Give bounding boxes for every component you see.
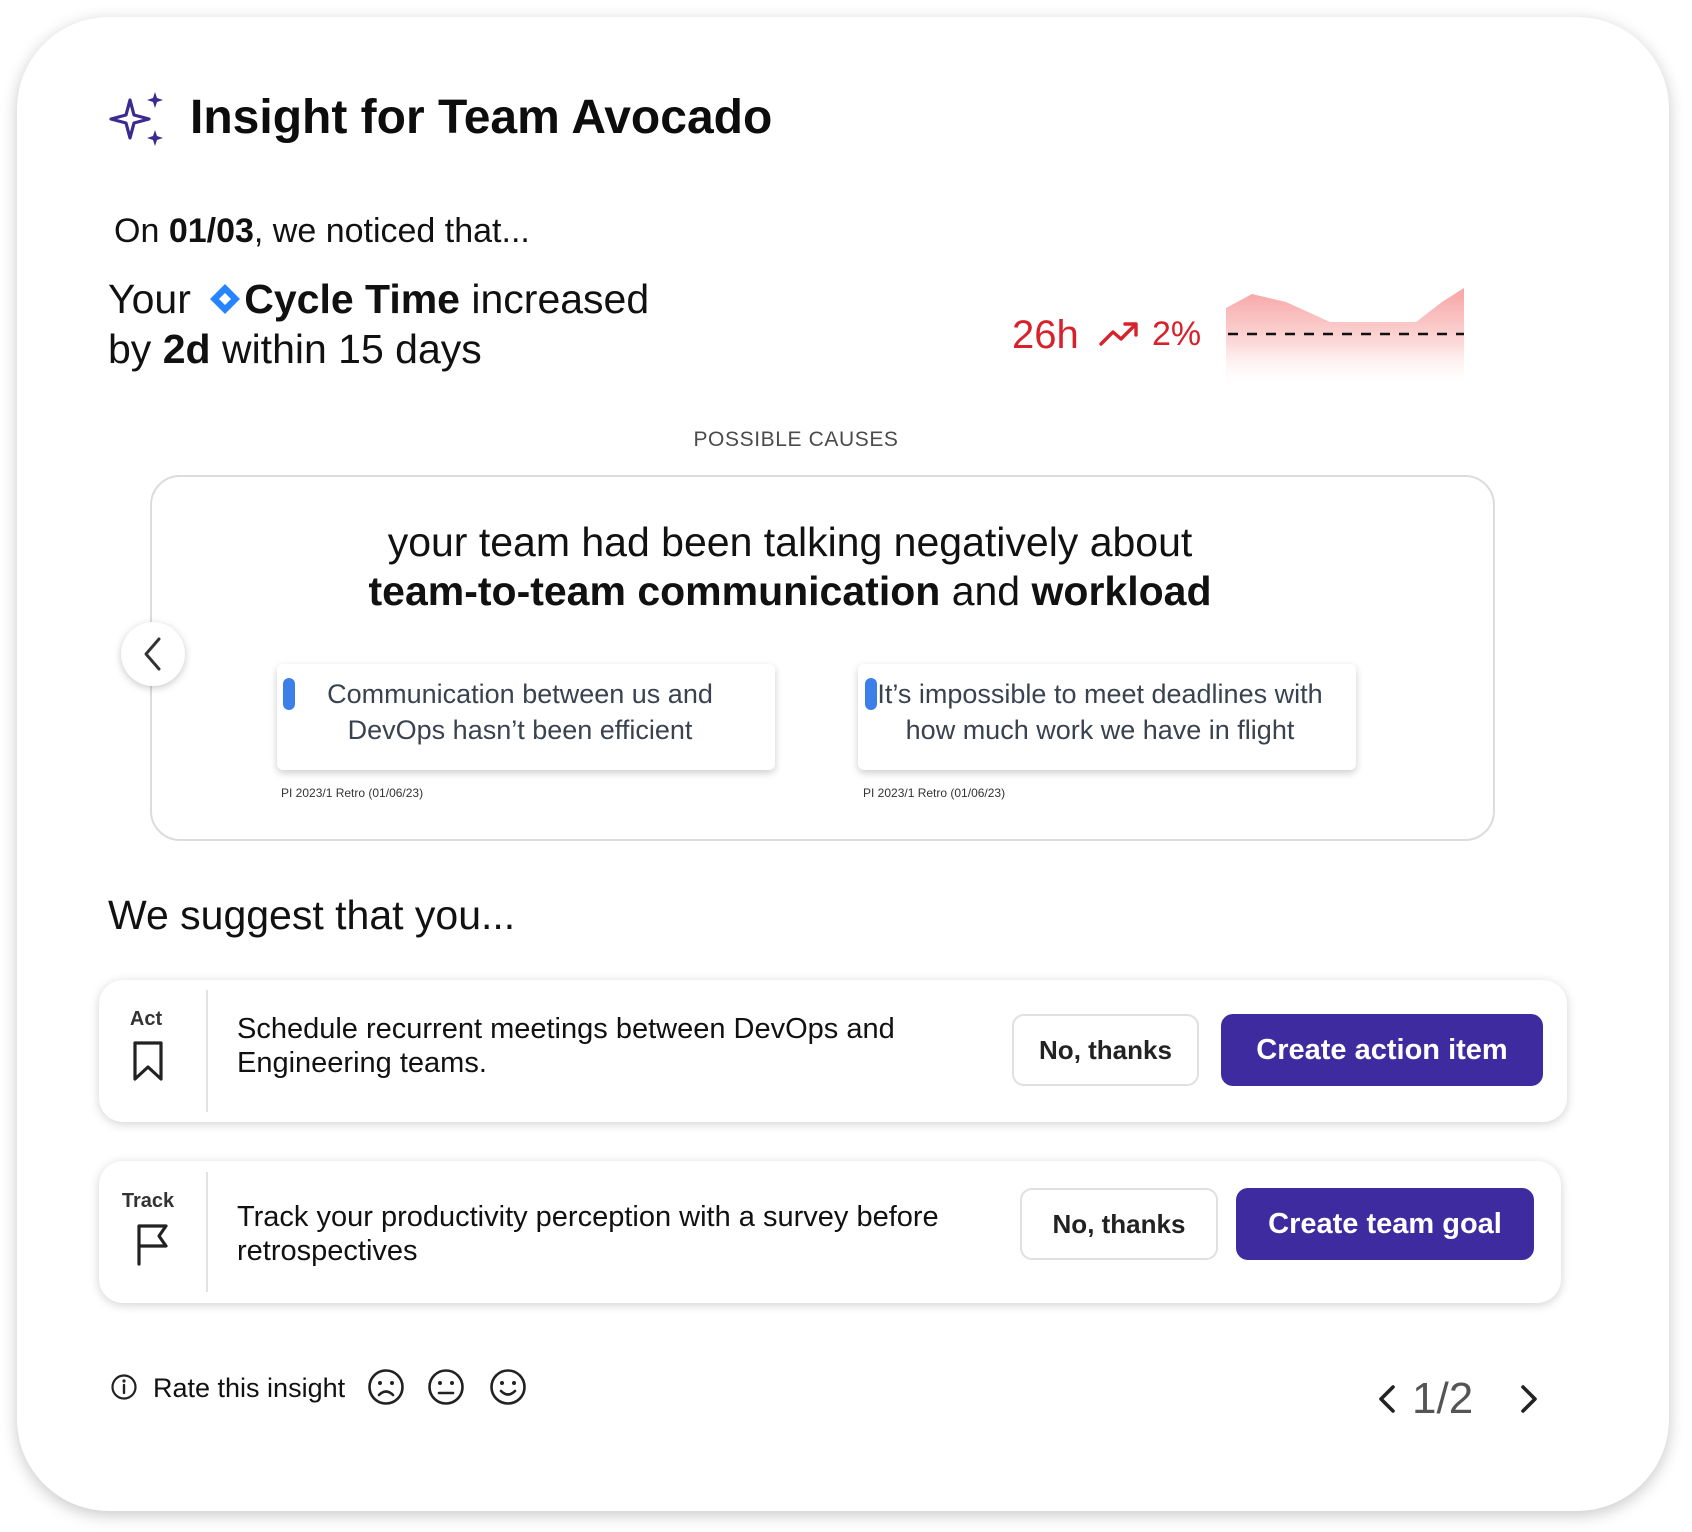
- noticed-suffix: , we noticed that...: [253, 212, 530, 250]
- trending-up-icon: [1099, 322, 1138, 346]
- cause-connector: and: [940, 568, 1032, 614]
- quote-source: PI 2023/1 Retro (01/06/23): [281, 786, 424, 800]
- cause-topic-1: team-to-team communication: [368, 568, 941, 614]
- suggestion-divider: [206, 990, 208, 1112]
- noticed-line: On 01/03, we noticed that...: [114, 212, 530, 251]
- suggestion-text: Track your productivity perception with …: [237, 1201, 939, 1267]
- change-amount: 2d: [162, 326, 211, 372]
- jira-diamond-icon: [210, 284, 241, 314]
- metric-value: 26h: [1012, 313, 1079, 357]
- cause-topic-2: workload: [1031, 568, 1212, 614]
- page-title: Insight for Team Avocado: [190, 91, 773, 144]
- headline-line2-suffix: within 15 days: [210, 326, 482, 372]
- neutral-face-icon[interactable]: [427, 1368, 465, 1406]
- headline-suffix: increased: [460, 276, 650, 322]
- suggestion-kind-label: Track: [121, 1190, 175, 1212]
- create-team-goal-button[interactable]: Create team goal: [1236, 1188, 1534, 1260]
- previous-insight-button[interactable]: [1375, 1382, 1399, 1416]
- info-icon: [111, 1374, 137, 1400]
- headline-line2-prefix: by: [108, 326, 163, 372]
- possible-causes-label: POSSIBLE CAUSES: [693, 428, 899, 451]
- chevron-left-icon: [144, 637, 161, 671]
- quote-text: Communication between us and DevOps hasn…: [327, 679, 713, 745]
- metric-name: Cycle Time: [244, 276, 460, 322]
- metric-change-pct: 2%: [1152, 315, 1202, 353]
- no-thanks-button[interactable]: No, thanks: [1012, 1014, 1199, 1086]
- headline-prefix: Your: [108, 276, 203, 322]
- no-thanks-button[interactable]: No, thanks: [1020, 1188, 1218, 1260]
- flag-icon: [137, 1224, 168, 1266]
- noticed-prefix: On: [114, 212, 169, 250]
- sparkle-icon: [109, 92, 163, 146]
- pager-indicator: 1/2: [1412, 1374, 1474, 1423]
- suggestions-heading: We suggest that you...: [108, 892, 516, 938]
- sparkline-chart: [1226, 288, 1464, 390]
- cause-summary: your team had been talking negatively ab…: [150, 518, 1430, 616]
- happy-face-icon[interactable]: [489, 1368, 527, 1406]
- insight-headline: Your Cycle Time increased by 2d within 1…: [108, 274, 649, 374]
- sad-face-icon[interactable]: [367, 1368, 405, 1406]
- suggestion-divider: [206, 1172, 208, 1292]
- suggestion-kind-label: Act: [129, 1008, 163, 1030]
- suggestion-text: Schedule recurrent meetings between DevO…: [237, 1013, 895, 1079]
- quote-text: It’s impossible to meet deadlines with h…: [877, 679, 1323, 745]
- create-action-item-button[interactable]: Create action item: [1221, 1014, 1543, 1086]
- sparkline-area: [1226, 288, 1464, 390]
- noticed-date: 01/03: [168, 212, 254, 250]
- bookmark-icon: [133, 1041, 163, 1081]
- next-insight-button[interactable]: [1517, 1382, 1541, 1416]
- quote-source: PI 2023/1 Retro (01/06/23): [863, 786, 1006, 800]
- rate-insight-label: Rate this insight: [153, 1373, 346, 1403]
- quote-marker: [283, 678, 295, 710]
- carousel-prev-button[interactable]: [121, 622, 185, 686]
- cause-prefix: your team had been talking negatively ab…: [387, 519, 1193, 565]
